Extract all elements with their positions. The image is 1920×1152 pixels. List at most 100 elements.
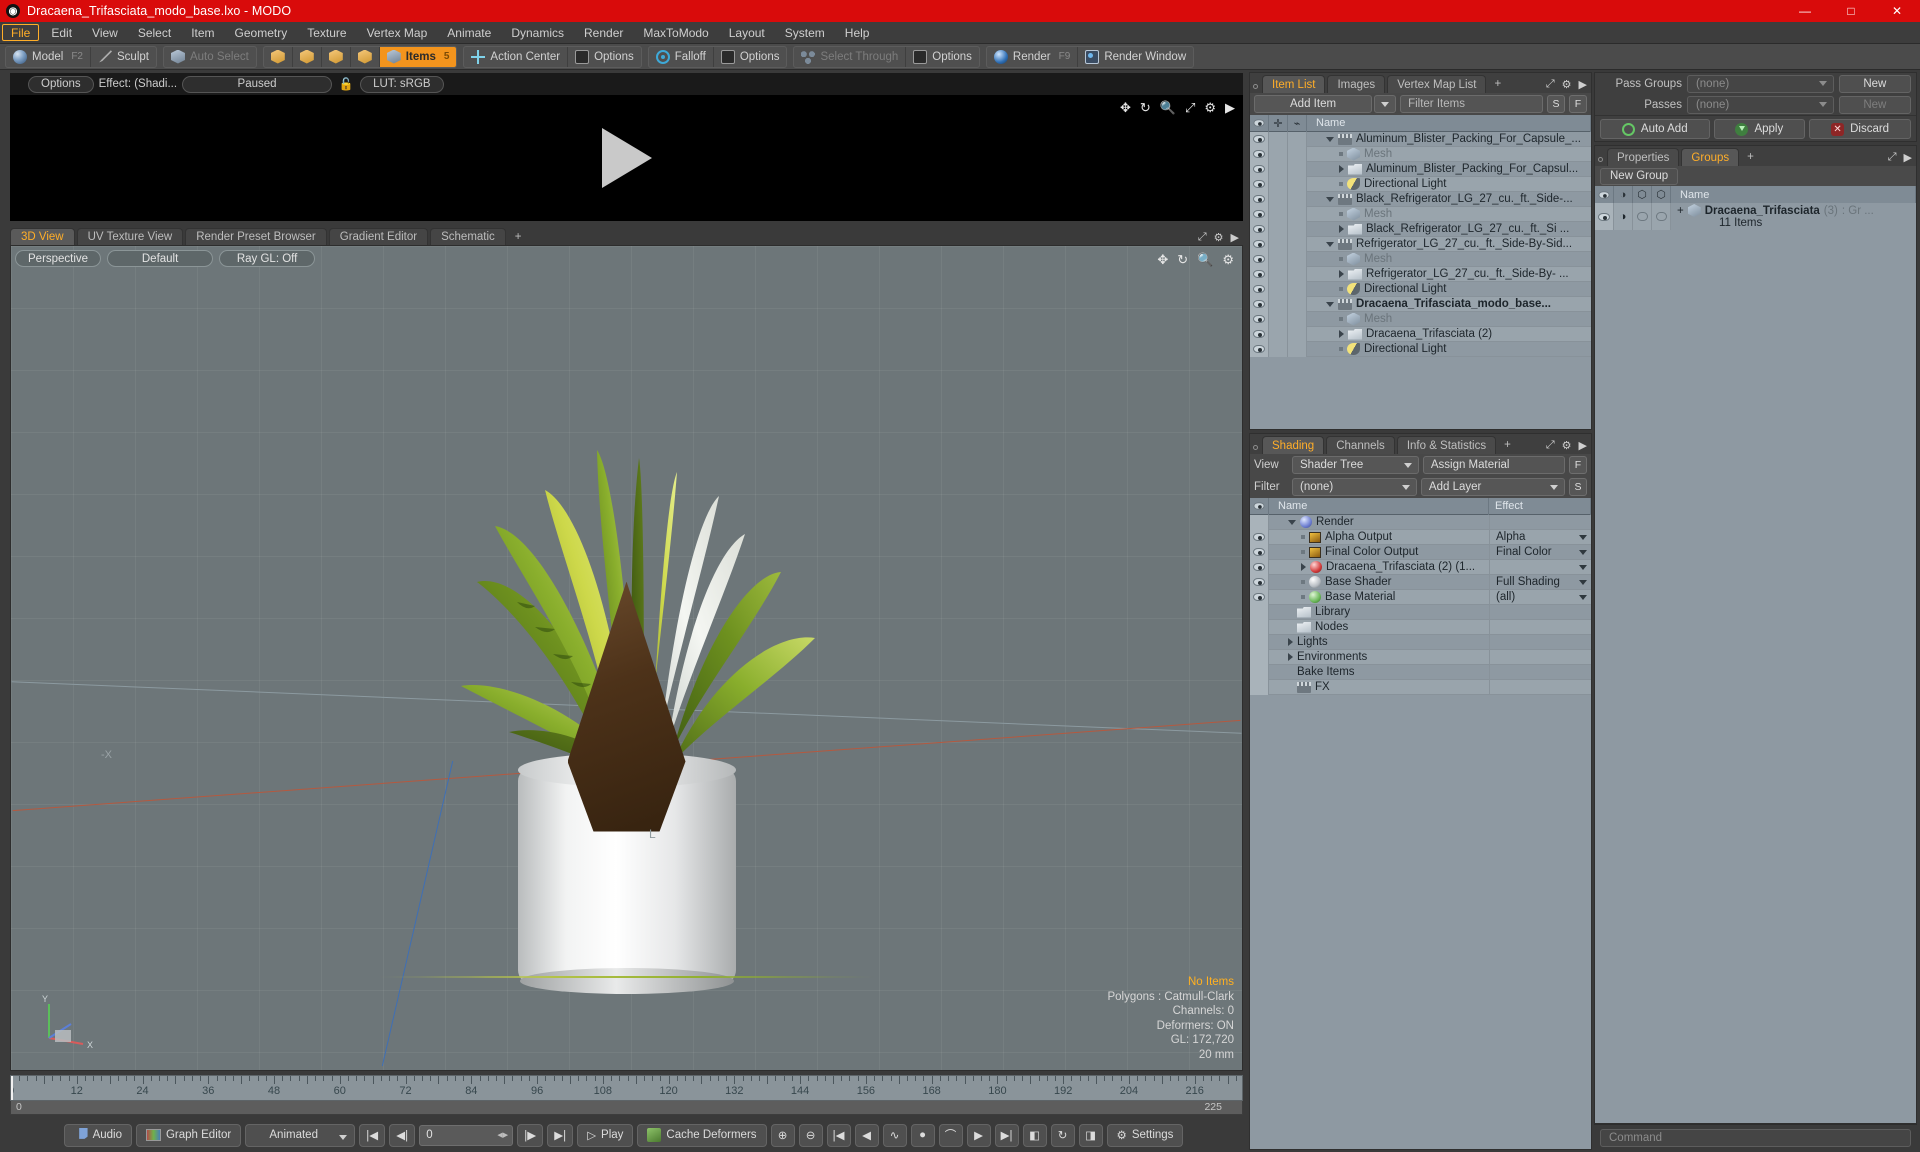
3d-viewport[interactable]: Perspective Default Ray GL: Off ✥ ↻ 🔍 ⚙ … (10, 245, 1243, 1071)
back-key-button[interactable]: ◀ (854, 1123, 879, 1147)
menu-select[interactable]: Select (128, 22, 181, 43)
play-arrow-icon[interactable] (601, 128, 652, 188)
add-item-button[interactable]: Add Item (1254, 95, 1373, 113)
row-axis-cell[interactable] (1288, 176, 1307, 192)
panel-menu-icon[interactable]: ▶ (1231, 231, 1239, 244)
xform-key-3-button[interactable]: ◨ (1078, 1123, 1103, 1147)
row-axis-cell[interactable] (1288, 296, 1307, 312)
row-visibility-toggle[interactable] (1250, 589, 1269, 605)
row-visibility-toggle[interactable] (1250, 544, 1269, 560)
row-lock-cell[interactable] (1269, 221, 1288, 237)
row-effect-cell[interactable] (1489, 604, 1591, 620)
expand-icon[interactable]: ⤢ (1546, 78, 1555, 91)
row-axis-cell[interactable] (1288, 341, 1307, 357)
table-row[interactable]: Mesh (1250, 146, 1591, 162)
action-center-options-button[interactable]: Options (568, 47, 641, 67)
table-row[interactable]: Lights (1250, 634, 1591, 650)
maximize-button[interactable]: □ (1828, 0, 1874, 22)
close-button[interactable]: ✕ (1874, 0, 1920, 22)
row-lock-cell[interactable] (1269, 236, 1288, 252)
row-name-cell[interactable]: Mesh (1307, 312, 1591, 326)
row-name-cell[interactable]: Mesh (1307, 252, 1591, 266)
tab-shading[interactable]: Shading (1262, 436, 1325, 454)
table-row[interactable]: Final Color Output Final Color (1250, 544, 1591, 560)
row-effect-cell[interactable]: Final Color (1489, 544, 1591, 560)
row-visibility-toggle[interactable] (1250, 251, 1269, 267)
menu-layout[interactable]: Layout (719, 22, 775, 43)
new-pass-button[interactable]: New (1838, 95, 1911, 114)
row-axis-cell[interactable] (1288, 221, 1307, 237)
row-lock-cell[interactable] (1269, 341, 1288, 357)
row-visibility-toggle[interactable] (1250, 132, 1269, 147)
expand-icon[interactable]: ⤢ (1546, 439, 1555, 452)
chevron-down-icon[interactable] (1579, 564, 1587, 570)
row-name-cell[interactable]: Mesh (1307, 207, 1591, 221)
row-lock-cell[interactable] (1269, 146, 1288, 162)
row-name-cell[interactable]: FX (1269, 681, 1489, 693)
panel-grip-icon[interactable] (1253, 445, 1258, 450)
row-lock-cell[interactable] (1269, 326, 1288, 342)
gear-icon[interactable]: ⚙ (1562, 439, 1572, 452)
table-row[interactable]: Mesh (1250, 311, 1591, 327)
assign-material-button[interactable]: Assign Material (1422, 456, 1566, 474)
shading-f-button[interactable]: F (1569, 456, 1588, 474)
menu-vertex-map[interactable]: Vertex Map (357, 22, 438, 43)
row-lock-cell[interactable] (1269, 176, 1288, 192)
viewport-raygl-button[interactable]: Ray GL: Off (219, 250, 316, 267)
last-frame-button[interactable]: ▶| (547, 1123, 574, 1147)
gear-icon[interactable]: ⚙ (1204, 101, 1216, 114)
pass-groups-select[interactable]: (none) (1686, 74, 1834, 93)
row-lock-cell[interactable] (1269, 191, 1288, 207)
menu-dynamics[interactable]: Dynamics (501, 22, 574, 43)
row-lock-cell[interactable] (1269, 132, 1288, 147)
prev-frame-button[interactable]: ◀| (389, 1123, 416, 1147)
expand-arrow-icon[interactable] (1288, 638, 1293, 646)
settings-button[interactable]: ⚙ Settings (1106, 1123, 1184, 1147)
viewport-projection-button[interactable]: Perspective (15, 250, 102, 267)
group-select-toggle[interactable] (1633, 203, 1652, 230)
add-item-dropdown-arrow[interactable] (1374, 95, 1397, 113)
add-groups-tab-button[interactable]: + (1741, 148, 1760, 166)
render-preview-canvas[interactable]: ✥ ↻ 🔍 ⤢ ⚙ ▶ (10, 95, 1243, 221)
passes-select[interactable]: (none) (1686, 95, 1834, 114)
tab-vertex-map-list[interactable]: Vertex Map List (1387, 75, 1487, 93)
tab-properties[interactable]: Properties (1607, 148, 1680, 166)
tab-gradient-editor[interactable]: Gradient Editor (328, 228, 429, 245)
gear-icon[interactable]: ⚙ (1214, 231, 1224, 244)
panel-grip-icon[interactable] (1598, 157, 1603, 162)
minimize-button[interactable]: — (1782, 0, 1828, 22)
add-key-button[interactable]: ● (910, 1123, 935, 1147)
render-preview-options-button[interactable]: Options (28, 75, 94, 93)
table-row[interactable]: Dracaena_Trifasciata_modo_base... (1250, 296, 1591, 312)
row-visibility-toggle[interactable] (1250, 296, 1269, 312)
row-name-cell[interactable]: Library (1269, 606, 1489, 618)
collapse-arrow-icon[interactable] (1326, 136, 1334, 142)
render-preview-status[interactable]: Paused (182, 75, 333, 93)
row-name-cell[interactable]: Refrigerator_LG_27_cu._ft._Side-By- ... (1307, 268, 1591, 280)
discard-button[interactable]: ✕ Discard (1809, 119, 1911, 139)
chevron-down-icon[interactable] (1579, 594, 1587, 600)
table-row[interactable]: Black_Refrigerator_LG_27_cu._ft._Si ... (1250, 221, 1591, 237)
group-lock-toggle[interactable] (1652, 203, 1671, 230)
gear-icon[interactable]: ⚙ (1562, 78, 1572, 91)
row-visibility-toggle[interactable] (1250, 649, 1269, 665)
table-row[interactable]: Aluminum_Blister_Packing_For_Capsul... (1250, 161, 1591, 177)
select-through-button[interactable]: Select Through (794, 46, 907, 67)
tab-channels[interactable]: Channels (1326, 436, 1395, 454)
row-visibility-toggle[interactable] (1250, 311, 1269, 327)
curve-key-button[interactable]: ∿ (882, 1123, 907, 1147)
row-name-cell[interactable]: Dracaena_Trifasciata (2) (1307, 328, 1591, 340)
group-expand-toggle[interactable]: + (1677, 205, 1684, 217)
table-row[interactable]: FX (1250, 679, 1591, 695)
menu-view[interactable]: View (82, 22, 128, 43)
panel-grip-icon[interactable] (1253, 84, 1258, 89)
timeline-ruler[interactable]: 0122436486072849610812013214415616818019… (10, 1075, 1243, 1101)
row-lock-cell[interactable] (1269, 281, 1288, 297)
table-row[interactable]: Alpha Output Alpha (1250, 529, 1591, 545)
command-input[interactable]: Command (1600, 1128, 1911, 1147)
row-visibility-toggle[interactable] (1250, 529, 1269, 545)
row-effect-cell[interactable] (1489, 664, 1591, 680)
item-list-s-button[interactable]: S (1547, 95, 1565, 113)
table-row[interactable]: Mesh (1250, 251, 1591, 267)
shading-s-button[interactable]: S (1569, 478, 1587, 496)
